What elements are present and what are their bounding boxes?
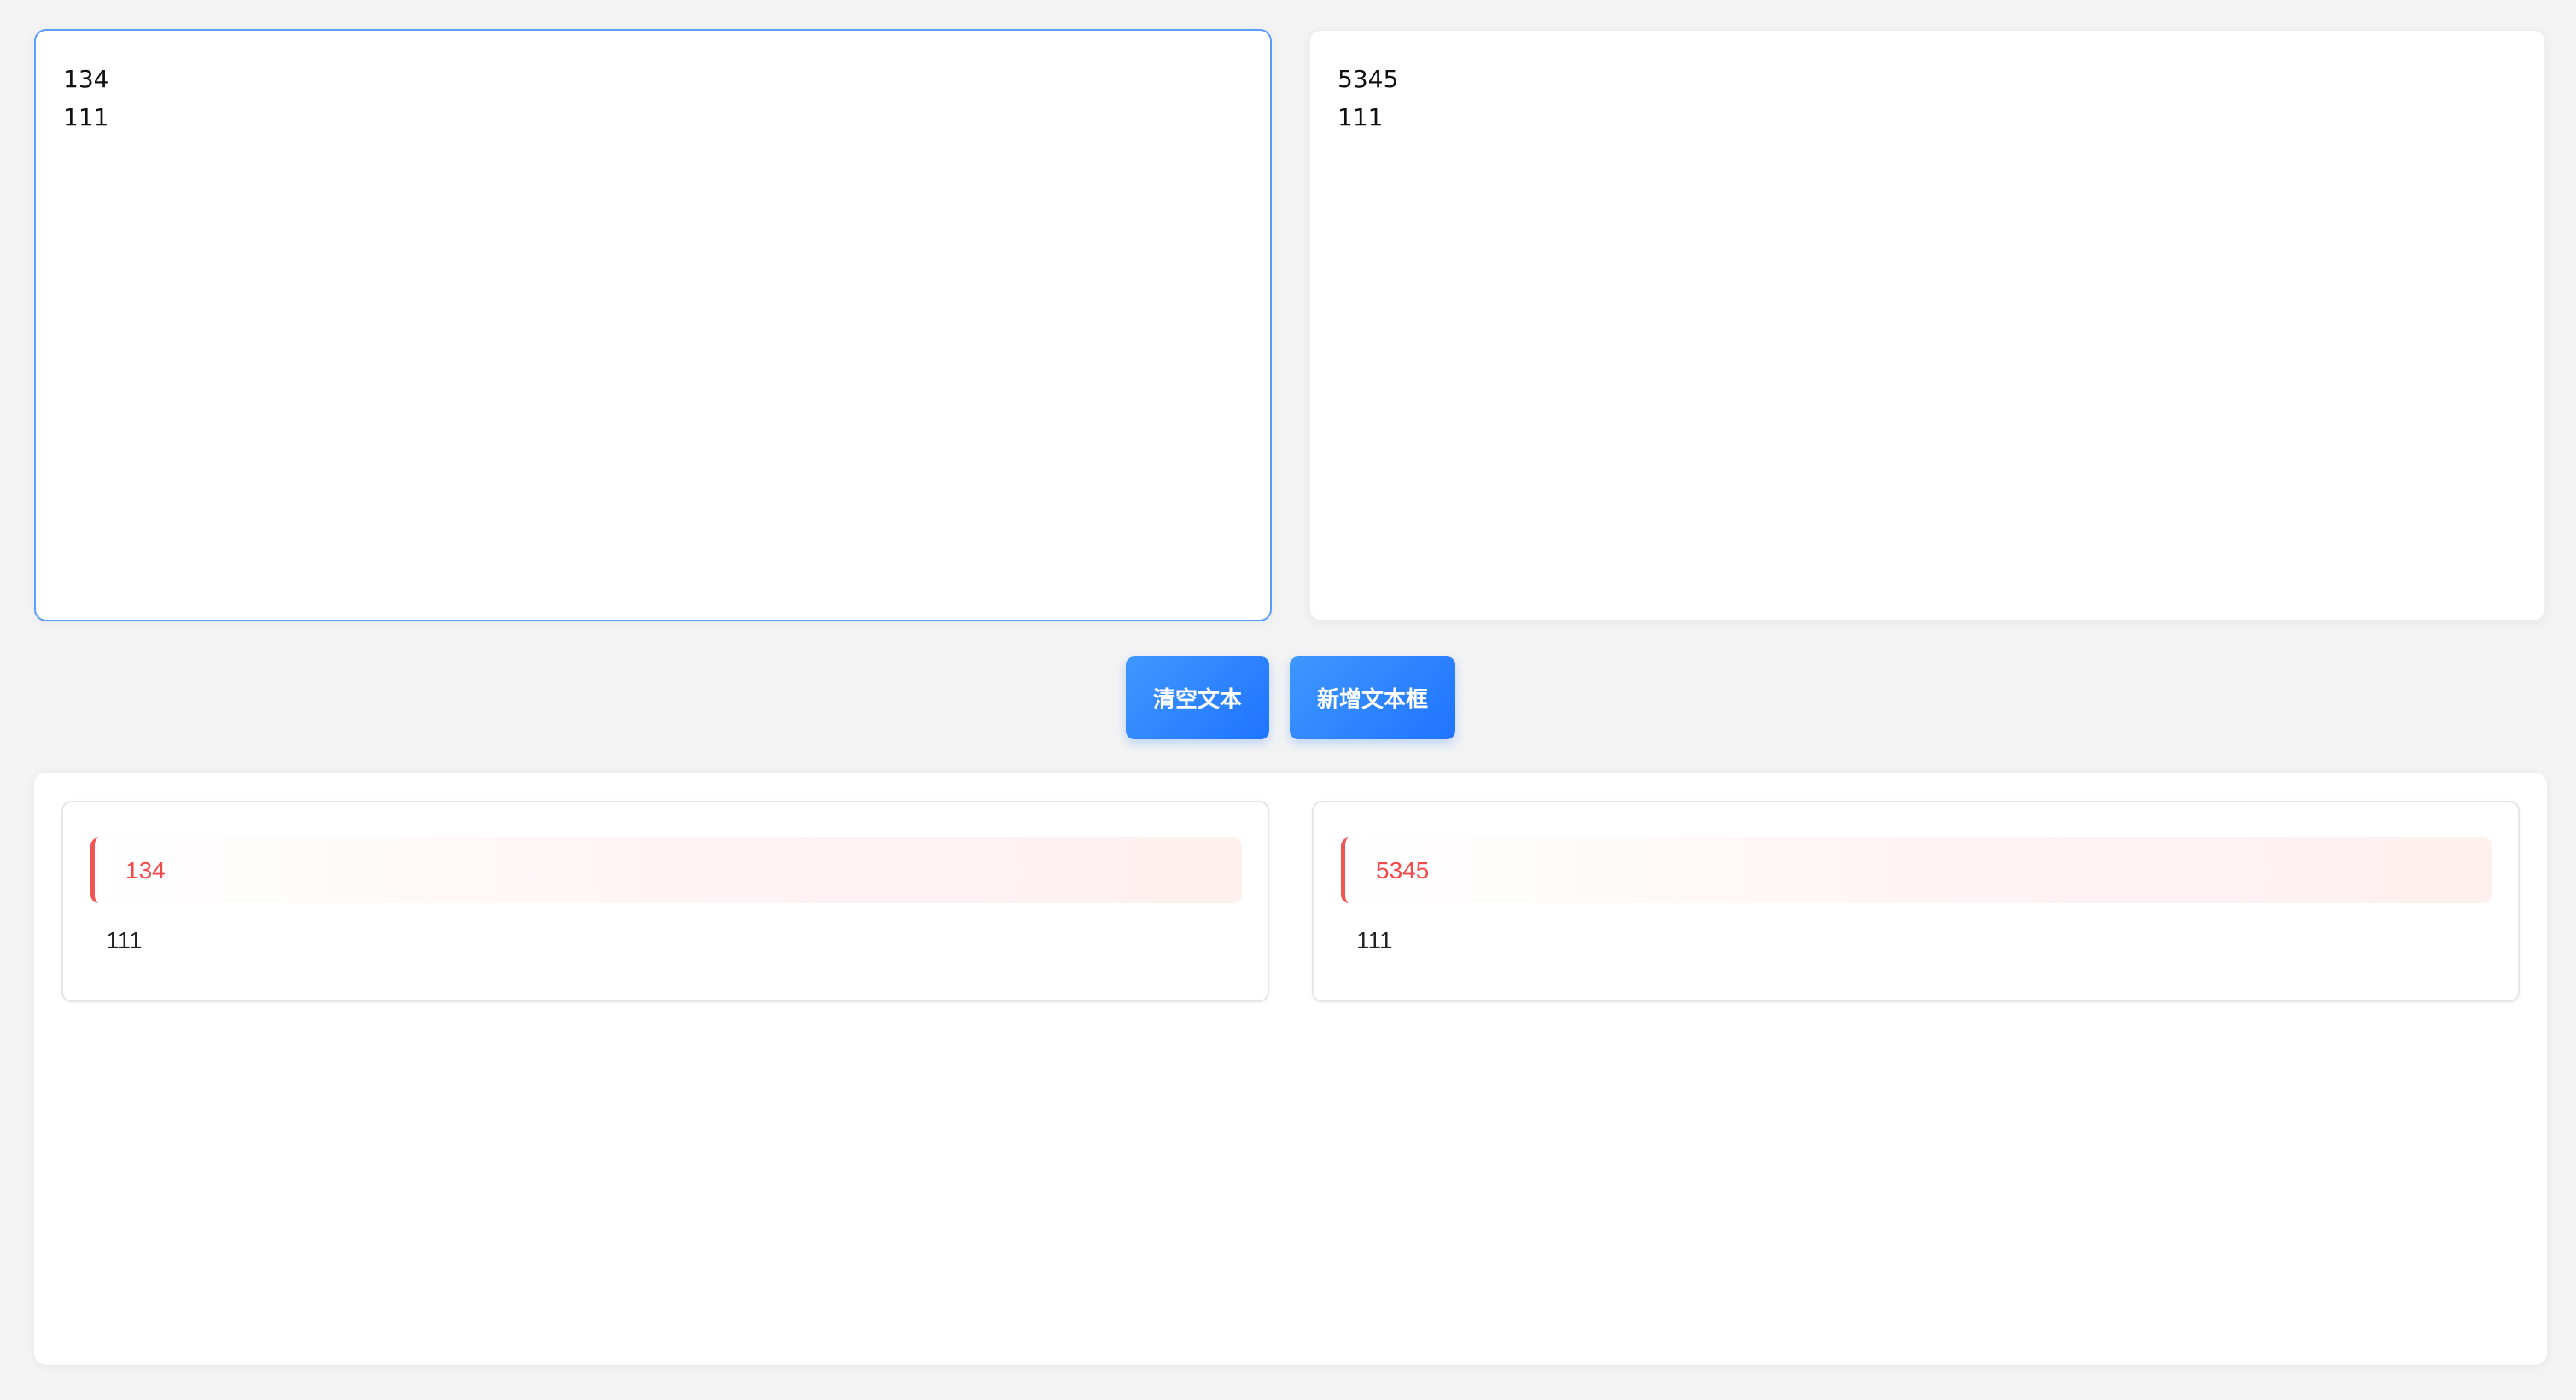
diff-changed-line: 134 [90,837,1242,903]
add-textbox-button[interactable]: 新增文本框 [1290,656,1455,739]
diff-result-card-right: 5345 111 [1312,801,2520,1002]
diff-unchanged-line: 111 [106,927,143,954]
text-editor-right[interactable]: 5345 111 [1308,29,2546,621]
diff-result-card-left: 134 111 [61,801,1269,1002]
text-editor-left[interactable]: 134 111 [34,29,1272,621]
diff-unchanged-line: 111 [1356,927,1393,954]
diff-changed-line: 5345 [1341,837,2492,903]
page: 134 111 5345 111 清空文本 新增文本框 134 111 5345… [0,0,2576,1400]
diff-result-panel: 134 111 5345 111 [34,773,2547,1365]
clear-text-button[interactable]: 清空文本 [1126,656,1269,739]
